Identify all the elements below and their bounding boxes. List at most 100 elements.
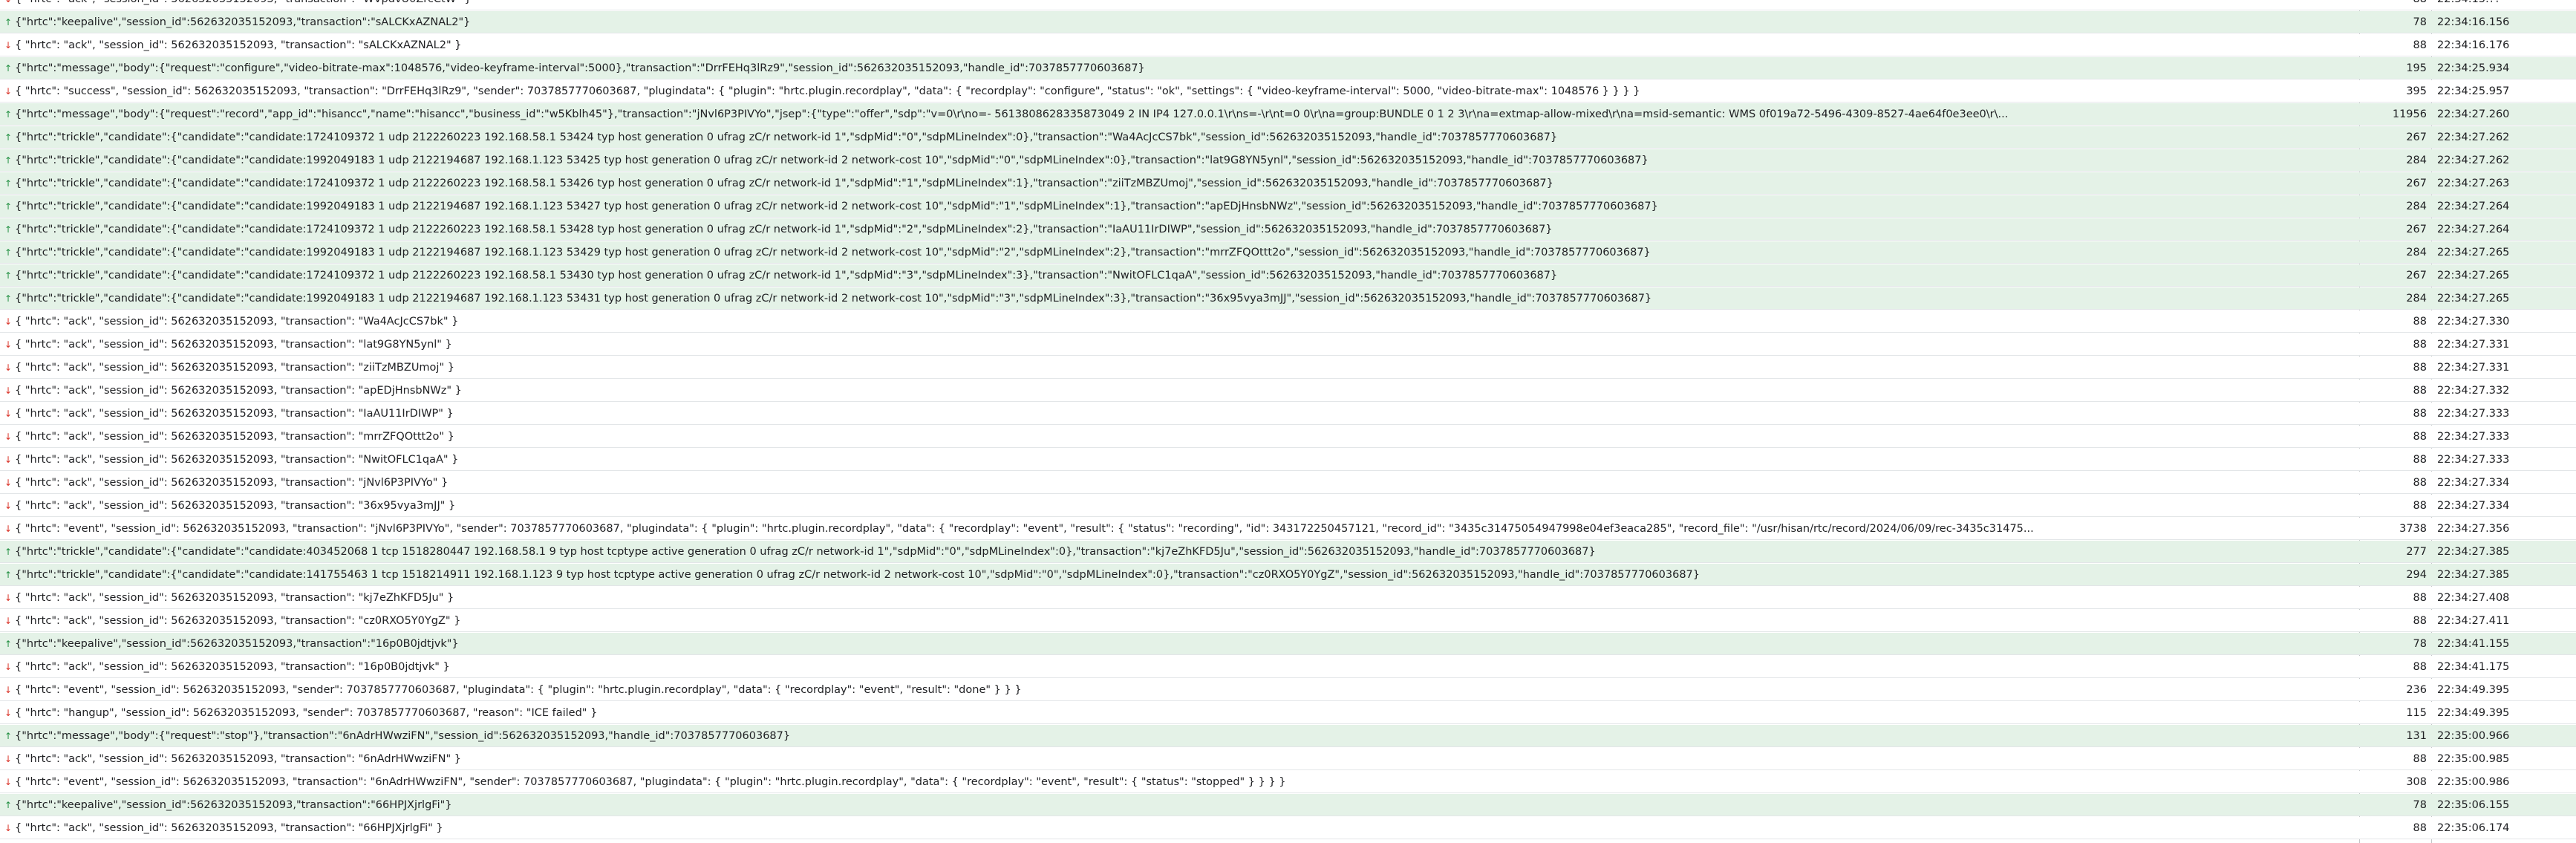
message-row[interactable]: ↓{ "hrtc": "ack", "session_id": 56263203… — [0, 403, 2576, 425]
message-row[interactable]: ↑ {"hrtc":"message","body":{"request":"co… — [0, 57, 2576, 79]
message-length: 88 — [2413, 454, 2427, 466]
message-row[interactable]: ↑ {"hrtc":"keepalive","session_id":562632… — [0, 633, 2576, 655]
message-row[interactable]: ↓{ "hrtc": "event", "session_id": 562632… — [0, 518, 2576, 540]
arrow-down-icon: ↓ — [4, 455, 13, 465]
message-row[interactable]: ↓{ "hrtc": "event", "session_id": 562632… — [0, 771, 2576, 793]
arrow-down-icon: ↓ — [4, 754, 13, 764]
message-time: 22:35:00.985 — [2437, 753, 2510, 765]
arrow-down-icon: ↓ — [4, 823, 13, 833]
message-row[interactable]: ↑ {"hrtc":"trickle","candidate":{"candida… — [0, 126, 2576, 149]
message-length: 115 — [2406, 707, 2427, 719]
message-length: 284 — [2406, 154, 2427, 166]
message-data: { "hrtc": "ack", "session_id": 562632035… — [15, 454, 459, 466]
message-length: 267 — [2406, 224, 2427, 235]
arrow-up-icon: ↑ — [4, 178, 13, 189]
message-length: 195 — [2406, 62, 2427, 74]
arrow-up-icon: ↑ — [4, 800, 13, 810]
message-row[interactable]: ↓{ "hrtc": "hangup", "session_id": 56263… — [0, 702, 2576, 724]
message-row[interactable]: ↓{ "hrtc": "ack", "session_id": 56263203… — [0, 333, 2576, 356]
message-row[interactable]: ↓{ "hrtc": "success", "session_id": 5626… — [0, 80, 2576, 102]
message-data: { "hrtc": "event", "session_id": 5626320… — [15, 684, 1022, 696]
message-row[interactable]: ↑ {"hrtc":"message","body":{"request":"re… — [0, 103, 2576, 126]
arrow-up-icon: ↑ — [4, 224, 13, 235]
message-data: { "hrtc": "ack", "session_id": 562632035… — [15, 500, 456, 512]
message-data: {"hrtc":"trickle","candidate":{"candidat… — [15, 178, 1553, 189]
arrow-down-icon: ↓ — [4, 685, 13, 695]
message-row[interactable]: ↑ {"hrtc":"trickle","candidate":{"candida… — [0, 195, 2576, 218]
message-row[interactable]: ↑ {"hrtc":"trickle","candidate":{"candida… — [0, 287, 2576, 310]
message-time: 22:34:27.333 — [2437, 454, 2510, 466]
message-row[interactable]: ↓{ "hrtc": "event", "session_id": 562632… — [0, 679, 2576, 701]
message-time: 22:34:16.176 — [2437, 39, 2510, 51]
message-row[interactable]: ↑ {"hrtc":"message","body":{"request":"st… — [0, 725, 2576, 747]
message-length: 395 — [2406, 85, 2427, 97]
message-length: 3738 — [2399, 523, 2427, 535]
message-time: 22:34:27.332 — [2437, 385, 2510, 397]
message-data: { "hrtc": "ack", "session_id": 562632035… — [15, 753, 461, 765]
message-time: 22:34:27.334 — [2437, 500, 2510, 512]
message-data: { "hrtc": "event", "session_id": 5626320… — [15, 776, 1286, 788]
message-row[interactable]: ↓{ "hrtc": "ack", "session_id": 56263203… — [0, 0, 2576, 10]
message-data: {"hrtc":"message","body":{"request":"sto… — [15, 730, 791, 742]
message-row[interactable]: ↑ {"hrtc":"trickle","candidate":{"candida… — [0, 241, 2576, 264]
message-data: {"hrtc":"keepalive","session_id":5626320… — [15, 638, 459, 650]
arrow-down-icon: ↓ — [3, 0, 13, 10]
message-length: 236 — [2406, 684, 2427, 696]
arrow-down-icon: ↓ — [4, 409, 13, 419]
message-time: 22:34:27.262 — [2437, 131, 2510, 143]
message-data: { "hrtc": "ack", "session_id": 562632035… — [15, 362, 454, 374]
message-data: {"hrtc":"trickle","candidate":{"candidat… — [15, 569, 1701, 581]
message-time: 22:34:41.155 — [2437, 638, 2510, 650]
message-data: { "hrtc": "event", "session_id": 5626320… — [15, 523, 2034, 535]
message-row[interactable]: ↓{ "hrtc": "ack", "session_id": 56263203… — [0, 310, 2576, 333]
message-row[interactable]: ↓{ "hrtc": "ack", "session_id": 56263203… — [0, 610, 2576, 632]
message-row[interactable]: ↓{ "hrtc": "ack", "session_id": 56263203… — [0, 449, 2576, 471]
arrow-up-icon: ↑ — [4, 293, 13, 304]
message-data: { "hrtc": "ack", "session_id": 562632035… — [15, 0, 2345, 10]
message-length: 88 — [2413, 822, 2427, 834]
websocket-messages-table: ↓{ "hrtc": "ack", "session_id": 56263203… — [0, 0, 2576, 843]
message-row[interactable]: ↓{ "hrtc": "ack", "session_id": 56263203… — [0, 472, 2576, 494]
message-row[interactable]: ↓{ "hrtc": "ack", "session_id": 56263203… — [0, 426, 2576, 448]
message-row[interactable]: ↑ {"hrtc":"trickle","candidate":{"candida… — [0, 264, 2576, 287]
message-row[interactable]: ↑ {"hrtc":"trickle","candidate":{"candida… — [0, 149, 2576, 172]
message-length: 88 — [2413, 316, 2427, 328]
message-row[interactable]: ↓{ "hrtc": "ack", "session_id": 56263203… — [0, 587, 2576, 609]
message-data: {"hrtc":"trickle","candidate":{"candidat… — [15, 247, 1651, 258]
message-row[interactable]: ↑ {"hrtc":"trickle","candidate":{"candida… — [0, 218, 2576, 241]
message-row[interactable]: ↓{ "hrtc": "ack", "session_id": 56263203… — [0, 357, 2576, 379]
message-length: 88 — [2413, 753, 2427, 765]
message-time: 22:34:27.331 — [2437, 362, 2510, 374]
message-row[interactable]: ↑ {"hrtc":"trickle","candidate":{"candida… — [0, 564, 2576, 586]
message-row[interactable]: ↓{ "hrtc": "ack", "session_id": 56263203… — [0, 380, 2576, 402]
message-row[interactable]: ↓{ "hrtc": "ack", "session_id": 56263203… — [0, 34, 2576, 56]
message-time: 22:34:27.333 — [2437, 408, 2510, 420]
message-time: 22:34:27.334 — [2437, 477, 2510, 489]
message-data: { "hrtc": "ack", "session_id": 562632035… — [15, 661, 450, 673]
message-data: {"hrtc":"trickle","candidate":{"candidat… — [15, 154, 1649, 166]
arrow-down-icon: ↓ — [4, 86, 13, 97]
message-data: { "hrtc": "ack", "session_id": 562632035… — [15, 431, 454, 443]
message-length: 284 — [2406, 201, 2427, 212]
message-time: 22:34:41.175 — [2437, 661, 2510, 673]
message-time: 22:34:27.356 — [2437, 523, 2510, 535]
message-row[interactable]: ↑ {"hrtc":"keepalive","session_id":562632… — [0, 794, 2576, 816]
message-row[interactable]: ↓{ "hrtc": "ack", "session_id": 56263203… — [0, 656, 2576, 678]
message-row[interactable]: ↑ {"hrtc":"keepalive","session_id":562632… — [0, 11, 2576, 33]
arrow-down-icon: ↓ — [4, 478, 13, 488]
message-row[interactable]: ↓{ "hrtc": "ack", "session_id": 56263203… — [0, 817, 2576, 839]
message-data: { "hrtc": "ack", "session_id": 562632035… — [15, 339, 452, 351]
arrow-up-icon: ↑ — [4, 132, 13, 143]
message-row[interactable]: ↓{ "hrtc": "ack", "session_id": 56263203… — [0, 495, 2576, 517]
message-time: 22:34:49.395 — [2437, 707, 2510, 719]
message-data: { "hrtc": "ack", "session_id": 562632035… — [15, 592, 454, 604]
message-time: 22:34:27.260 — [2437, 108, 2510, 120]
message-row[interactable]: ↑ {"hrtc":"trickle","candidate":{"candida… — [0, 172, 2576, 195]
message-row[interactable]: ↑ {"hrtc":"trickle","candidate":{"candida… — [0, 541, 2576, 563]
message-length: 294 — [2406, 569, 2427, 581]
message-data: { "hrtc": "ack", "session_id": 562632035… — [15, 39, 462, 51]
message-length: 88 — [2413, 500, 2427, 512]
message-row[interactable]: ↓{ "hrtc": "ack", "session_id": 56263203… — [0, 748, 2576, 770]
arrow-up-icon: ↑ — [4, 109, 13, 120]
message-length: 88 — [2413, 39, 2427, 51]
